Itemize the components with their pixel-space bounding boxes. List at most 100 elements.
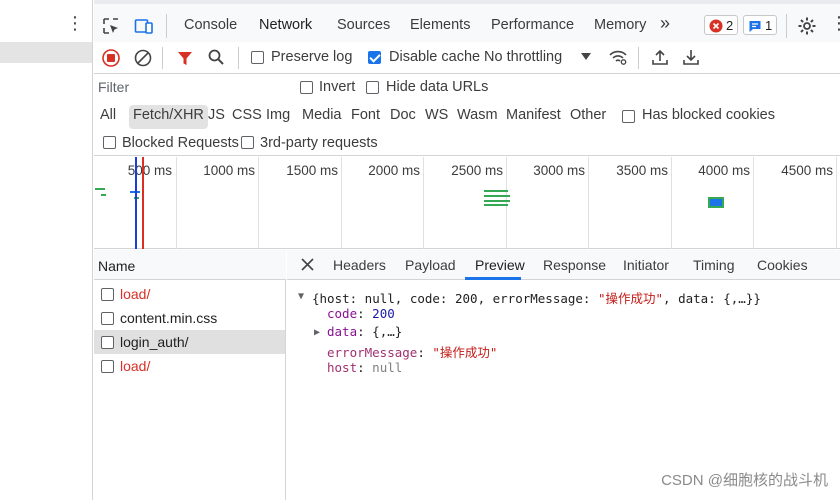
timeline-bar [95, 188, 105, 190]
detail-tab-cookies[interactable]: Cookies [757, 257, 808, 273]
hide-data-urls-checkbox[interactable] [366, 81, 379, 94]
type-css[interactable]: CSS [228, 105, 266, 129]
type-js[interactable]: JS [204, 105, 229, 129]
type-ws[interactable]: WS [421, 105, 452, 129]
timeline-bar [484, 200, 510, 202]
chevron-down-icon[interactable] [581, 53, 591, 61]
blocked-requests-checkbox[interactable] [103, 136, 116, 149]
detail-tab-preview[interactable]: Preview [475, 257, 525, 273]
record-stop-icon[interactable] [102, 49, 120, 67]
tab-network[interactable]: Network [259, 17, 312, 33]
blocked-filters-row: Blocked Requests 3rd-party requests [94, 130, 840, 156]
close-icon[interactable] [301, 258, 314, 271]
left-panel-selected-row[interactable] [0, 42, 92, 63]
request-name: content.min.css [120, 310, 218, 326]
import-har-icon[interactable] [651, 48, 669, 66]
timeline-label: 4000 ms [698, 163, 750, 178]
request-row-checkbox[interactable] [101, 312, 114, 325]
throttling-select[interactable]: No throttling [484, 49, 562, 65]
error-count-badge[interactable]: 2 [704, 15, 739, 35]
request-row-selected[interactable]: login_auth/ [94, 330, 285, 354]
detail-tab-initiator[interactable]: Initiator [623, 257, 669, 273]
expand-triangle-open-icon[interactable]: ▼ [298, 291, 304, 302]
filter-input[interactable] [98, 76, 288, 98]
disable-cache-checkbox[interactable] [368, 51, 381, 64]
third-party-checkbox[interactable] [241, 136, 254, 149]
json-data-line[interactable]: data: {,…} [327, 324, 402, 339]
network-toolbar: Preserve log Disable cache No throttling [94, 42, 840, 74]
network-overview-timeline[interactable]: 500 ms 1000 ms 1500 ms 2000 ms 2500 ms 3… [94, 157, 840, 249]
timeline-label: 2000 ms [368, 163, 420, 178]
blocked-requests-label: Blocked Requests [122, 135, 239, 151]
type-wasm[interactable]: Wasm [453, 105, 502, 129]
tab-sources[interactable]: Sources [337, 17, 390, 33]
filter-row: Invert Hide data URLs [94, 74, 840, 102]
type-manifest[interactable]: Manifest [502, 105, 565, 129]
preserve-log-label: Preserve log [271, 49, 353, 65]
export-har-icon[interactable] [682, 48, 700, 66]
has-blocked-cookies-label: Has blocked cookies [642, 107, 775, 123]
device-toolbar-icon[interactable] [134, 17, 154, 35]
detail-tab-bar: Headers Payload Preview Response Initiat… [287, 250, 840, 280]
request-name: login_auth/ [120, 334, 189, 350]
third-party-label: 3rd-party requests [260, 135, 378, 151]
request-detail-panel: Headers Payload Preview Response Initiat… [287, 250, 840, 500]
timeline-label: 3500 ms [616, 163, 668, 178]
preserve-log-checkbox[interactable] [251, 51, 264, 64]
type-media[interactable]: Media [298, 105, 346, 129]
request-row-checkbox[interactable] [101, 288, 114, 301]
request-row[interactable]: load/ [94, 282, 285, 306]
filter-funnel-icon[interactable] [176, 49, 194, 67]
devtools-more-options-icon[interactable]: ⋮ [830, 13, 840, 34]
request-row-checkbox[interactable] [101, 360, 114, 373]
request-list-panel: Name load/ content.min.css login_auth/ l… [94, 250, 286, 500]
type-other[interactable]: Other [566, 105, 610, 129]
network-conditions-icon[interactable] [608, 48, 628, 66]
timeline-bar [484, 190, 508, 192]
more-tabs-icon[interactable]: » [660, 13, 670, 34]
json-code-line: code: 200 [327, 306, 395, 321]
tab-performance[interactable]: Performance [491, 17, 574, 33]
error-icon [709, 19, 723, 32]
json-summary-line[interactable]: {host: null, code: 200, errorMessage: "操… [312, 288, 761, 307]
clear-icon[interactable] [134, 49, 152, 67]
request-row-checkbox[interactable] [101, 336, 114, 349]
tab-memory[interactable]: Memory [594, 17, 646, 33]
timeline-bar [101, 194, 106, 196]
request-name: load/ [120, 358, 151, 374]
message-icon [749, 20, 761, 32]
name-column-header[interactable]: Name [94, 250, 286, 280]
tab-elements[interactable]: Elements [410, 17, 470, 33]
json-error-message-line: errorMessage: "操作成功" [327, 345, 498, 360]
request-row[interactable]: load/ [94, 354, 285, 378]
detail-tab-headers[interactable]: Headers [333, 257, 386, 273]
kebab-menu-icon[interactable]: ⋮ [66, 14, 84, 32]
timeline-bar [484, 195, 510, 197]
detail-tab-payload[interactable]: Payload [405, 257, 456, 273]
disable-cache-label: Disable cache [389, 49, 481, 65]
expand-triangle-closed-icon[interactable]: ▶ [314, 327, 320, 338]
timeline-bar [708, 197, 724, 208]
timeline-label: 1500 ms [286, 163, 338, 178]
tab-console[interactable]: Console [184, 17, 237, 33]
settings-gear-icon[interactable] [797, 16, 817, 36]
search-icon[interactable] [207, 48, 225, 66]
type-fetch-xhr[interactable]: Fetch/XHR [129, 105, 208, 129]
active-detail-tab-indicator [465, 277, 521, 280]
detail-tab-response[interactable]: Response [543, 257, 606, 273]
message-count: 1 [765, 18, 773, 33]
type-font[interactable]: Font [347, 105, 384, 129]
request-row[interactable]: content.min.css [94, 306, 285, 330]
type-doc[interactable]: Doc [386, 105, 420, 129]
message-count-badge[interactable]: 1 [743, 15, 778, 35]
has-blocked-cookies-checkbox[interactable] [622, 110, 635, 123]
left-panel-strip: ⋮ [0, 0, 93, 500]
invert-checkbox[interactable] [300, 81, 313, 94]
watermark: CSDN @细胞核的战斗机 [661, 472, 828, 489]
type-all[interactable]: All [96, 105, 120, 129]
inspect-element-icon[interactable] [102, 17, 120, 35]
detail-tab-timing[interactable]: Timing [693, 257, 735, 273]
resource-type-filters: All Fetch/XHR JS CSS Img Media Font Doc … [94, 102, 840, 129]
type-img[interactable]: Img [262, 105, 294, 129]
timeline-bar [484, 204, 508, 206]
